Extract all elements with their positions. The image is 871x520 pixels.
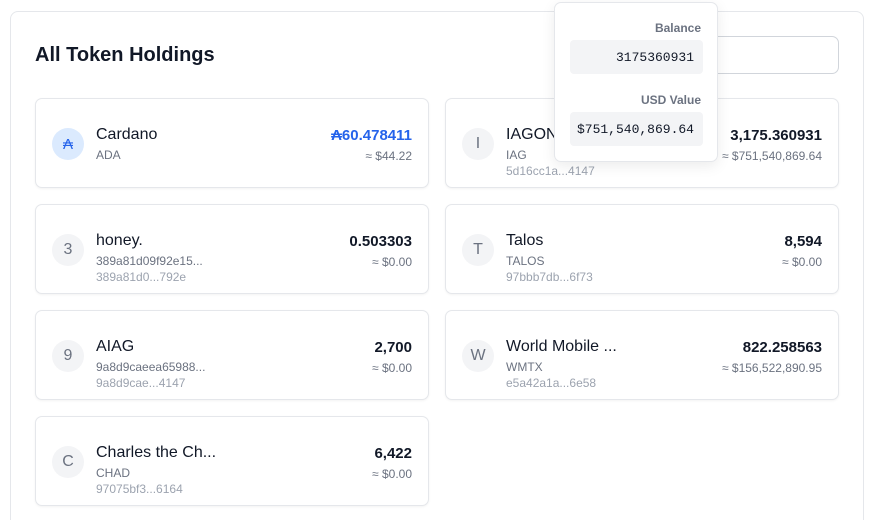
token-usd-value: ≈ $0.00 [782, 255, 822, 269]
page-title: All Token Holdings [35, 44, 215, 66]
token-balance: 6,422 [374, 445, 412, 462]
token-name: Cardano [96, 126, 158, 143]
token-avatar: T [462, 234, 494, 266]
token-symbol: 9a8d9caeea65988... [96, 360, 206, 374]
token-balance: ₳60.478411 [331, 127, 412, 144]
token-avatar: W [462, 340, 494, 372]
token-usd-value: ≈ $0.00 [372, 361, 412, 375]
token-policy-id: e5a42a1a...6e58 [506, 376, 597, 390]
token-avatar: 3 [52, 234, 84, 266]
token-symbol: 389a81d09f92e15... [96, 254, 203, 268]
token-avatar: C [52, 446, 84, 478]
token-avatar: 9 [52, 340, 84, 372]
token-policy-id: 97075bf3...6164 [96, 482, 183, 496]
token-usd-value: ≈ $0.00 [372, 255, 412, 269]
token-card-chad[interactable]: C Charles the Ch... CHAD 97075bf3...6164… [35, 416, 429, 506]
token-name: Charles the Ch... [96, 444, 217, 461]
token-card-cardano[interactable]: ₳ Cardano ADA ₳60.478411 ≈ $44.22 [35, 98, 429, 188]
token-symbol: ADA [96, 148, 121, 162]
token-policy-id: 5d16cc1a...4147 [506, 164, 595, 178]
token-usd-value: ≈ $44.22 [365, 149, 412, 163]
tooltip-balance-value: 3175360931 [570, 40, 703, 74]
token-card-talos[interactable]: T Talos TALOS 97bbb7db...6f73 8,594 ≈ $0… [445, 204, 839, 294]
token-usd-value: ≈ $156,522,890.95 [721, 361, 822, 375]
tooltip-usd-value: $751,540,869.64 [570, 112, 703, 146]
token-usd-value: ≈ $751,540,869.64 [721, 149, 822, 163]
token-balance: 2,700 [374, 339, 412, 356]
tooltip-balance-label: Balance [654, 21, 701, 35]
token-name: Talos [506, 232, 544, 249]
token-card-honey[interactable]: 3 honey. 389a81d09f92e15... 389a81d0...7… [35, 204, 429, 294]
token-balance: 0.503303 [349, 233, 412, 250]
token-policy-id: 9a8d9cae...4147 [96, 376, 186, 390]
token-balance: 8,594 [784, 233, 822, 250]
token-card-world-mobile[interactable]: W World Mobile ... WMTX e5a42a1a...6e58 … [445, 310, 839, 400]
token-policy-id: 97bbb7db...6f73 [506, 270, 593, 284]
token-symbol: IAG [506, 148, 527, 162]
token-name: AIAG [96, 338, 135, 355]
token-symbol: CHAD [96, 466, 131, 480]
token-name: honey. [96, 232, 143, 249]
token-name: World Mobile ... [506, 338, 617, 355]
token-avatar: I [462, 128, 494, 160]
token-usd-value: ≈ $0.00 [372, 467, 412, 481]
token-policy-id: 389a81d0...792e [96, 270, 187, 284]
token-card-aiag[interactable]: 9 AIAG 9a8d9caeea65988... 9a8d9cae...414… [35, 310, 429, 400]
token-balance: 822.258563 [742, 339, 822, 356]
token-symbol: WMTX [506, 360, 543, 374]
token-name: IAGON [506, 126, 558, 143]
cardano-logo-icon: ₳ [52, 128, 84, 160]
tooltip-usd-label: USD Value [640, 93, 701, 107]
token-balance: 3,175.360931 [730, 127, 822, 144]
token-symbol: TALOS [506, 254, 545, 268]
balance-tooltip: Balance 3175360931 USD Value $751,540,86… [554, 2, 718, 162]
